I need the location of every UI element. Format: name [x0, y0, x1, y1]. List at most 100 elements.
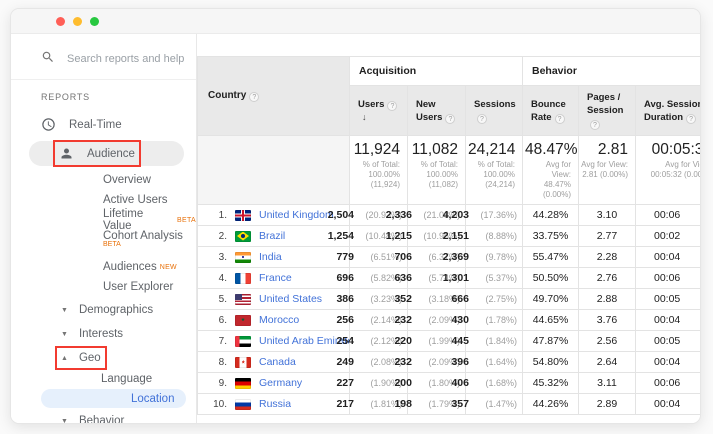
- sessions-cell: 406 (1.68%): [451, 372, 523, 394]
- bounce-rate-cell: 33.75%: [522, 225, 579, 247]
- sidebar-item-location[interactable]: Location: [41, 389, 186, 408]
- sidebar-item-label: Cohort Analysis BETA: [103, 230, 183, 248]
- help-icon[interactable]: ?: [387, 100, 398, 111]
- sidebar-item-behavior[interactable]: ▼ Behavior: [11, 410, 196, 423]
- sidebar-item-label: Demographics: [78, 304, 154, 316]
- sidebar-item-label: Overview: [103, 174, 151, 186]
- sidebar-item-demographics[interactable]: ▼ Demographics: [11, 299, 196, 321]
- sidebar-item-label: Geo: [78, 352, 101, 364]
- close-button[interactable]: [56, 16, 65, 26]
- country-link[interactable]: United Kingdom: [259, 209, 334, 221]
- country-cell: 1. United Kingdom: [197, 204, 350, 226]
- sidebar-item-interests[interactable]: ▼ Interests: [11, 323, 196, 345]
- flag-us-icon: [235, 293, 251, 305]
- countries-table: Country? Acquisition Behavior Users ?↓ Ne…: [197, 56, 700, 415]
- sidebar-item-active-users[interactable]: Active Users: [11, 190, 196, 210]
- browser-window: REPORTS Real-Time Audience Overview: [10, 8, 701, 424]
- sidebar-item-label: Behavior: [78, 415, 125, 423]
- row-rank: 3.: [218, 251, 227, 263]
- group-header-behavior: Behavior: [522, 56, 700, 86]
- column-header-sessions[interactable]: Sessions?: [465, 85, 523, 136]
- search-icon: [41, 50, 55, 67]
- avg-session-cell: 00:02: [635, 225, 700, 247]
- country-cell: 3. India: [197, 246, 350, 268]
- chevron-down-icon: ▼: [61, 330, 68, 338]
- table-row: 3. India 779 (6.51%) 706 (6.37%) 2,369 (9.7…: [197, 246, 700, 268]
- sessions-cell: 445 (1.84%): [451, 330, 523, 352]
- sidebar-item-cohort-analysis[interactable]: Cohort Analysis BETA: [11, 230, 196, 257]
- sidebar-item-lifetime-value[interactable]: Lifetime Value BETA: [11, 208, 196, 232]
- country-cell: 4. France: [197, 267, 350, 289]
- sidebar-item-audiences[interactable]: Audiences NEW: [11, 257, 196, 277]
- sidebar-item-user-explorer[interactable]: User Explorer: [11, 277, 196, 297]
- flag-fr-icon: [235, 272, 251, 284]
- sidebar-item-geo[interactable]: ▲ Geo: [11, 346, 196, 370]
- country-rows: 1. United Kingdom 2,504 (20.93%) 2,336 (21…: [197, 204, 700, 415]
- table-row: 9. Germany 227 (1.90%) 200 (1.80%) 406 (1.6…: [197, 372, 700, 394]
- bounce-rate-cell: 55.47%: [522, 246, 579, 268]
- help-icon[interactable]: ?: [686, 113, 697, 124]
- search-bar[interactable]: [11, 50, 196, 80]
- sidebar-item-real-time[interactable]: Real-Time: [11, 112, 196, 137]
- search-input[interactable]: [67, 52, 187, 65]
- country-link[interactable]: United States: [259, 293, 322, 305]
- flag-ca-icon: [235, 356, 251, 368]
- bounce-rate-cell: 44.28%: [522, 204, 579, 226]
- help-icon[interactable]: ?: [590, 120, 600, 130]
- country-cell: 7. United Arab Emirates: [197, 330, 350, 352]
- avg-session-cell: 00:06: [635, 204, 700, 226]
- totals-users: 11,924 % of Total: 100.00% (11,924): [349, 135, 408, 205]
- country-link[interactable]: France: [259, 272, 292, 284]
- chevron-up-icon: ▲: [61, 354, 68, 362]
- bounce-rate-cell: 54.80%: [522, 351, 579, 373]
- totals-country-cell: [197, 135, 350, 205]
- country-cell: 8. Canada: [197, 351, 350, 373]
- row-rank: 4.: [218, 272, 227, 284]
- sidebar-item-audience[interactable]: Audience: [29, 140, 184, 167]
- flag-gb-icon: [235, 209, 251, 221]
- sidebar: REPORTS Real-Time Audience Overview: [11, 34, 197, 423]
- column-header-bounce-rate[interactable]: Bounce Rate?: [522, 85, 579, 136]
- sidebar-item-language[interactable]: Language: [11, 369, 196, 388]
- minimize-button[interactable]: [73, 16, 82, 26]
- zoom-button[interactable]: [90, 16, 99, 26]
- sessions-cell: 430 (1.78%): [451, 309, 523, 331]
- help-icon[interactable]: ?: [554, 113, 565, 124]
- flag-in-icon: [235, 251, 251, 263]
- help-icon[interactable]: ?: [477, 113, 487, 124]
- sidebar-item-label: Real-Time: [69, 118, 122, 131]
- country-link[interactable]: Canada: [259, 356, 296, 368]
- geo-annotation-box: ▲ Geo: [55, 346, 107, 370]
- totals-sessions: 24,214 % of Total: 100.00% (24,214): [465, 135, 523, 205]
- row-rank: 10.: [213, 398, 227, 410]
- column-header-pages-session[interactable]: Pages / Session?: [578, 85, 636, 136]
- table-row: 2. Brazil 1,254 (10.48%) 1,215 (10.96%) 2,…: [197, 225, 700, 247]
- row-rank: 9.: [218, 377, 227, 389]
- column-header-country[interactable]: Country?: [197, 56, 350, 136]
- country-link[interactable]: India: [259, 251, 282, 263]
- avg-session-cell: 00:06: [635, 267, 700, 289]
- bounce-rate-cell: 49.70%: [522, 288, 579, 310]
- country-link[interactable]: Germany: [259, 377, 302, 389]
- country-link[interactable]: Russia: [259, 398, 291, 410]
- country-link[interactable]: Morocco: [259, 314, 299, 326]
- page-content: REPORTS Real-Time Audience Overview: [11, 34, 700, 423]
- pages-session-cell: 2.64: [578, 351, 636, 373]
- column-header-new-users[interactable]: New Users?: [407, 85, 466, 136]
- help-icon[interactable]: ?: [249, 92, 260, 102]
- help-icon[interactable]: ?: [445, 113, 456, 124]
- table-row: 4. France 696 (5.82%) 636 (5.74%) 1,301 (5.…: [197, 267, 700, 289]
- table-row: 6. Morocco 256 (2.14%) 232 (2.09%) 430 (1.7…: [197, 309, 700, 331]
- sidebar-item-overview[interactable]: Overview: [11, 170, 196, 190]
- pages-session-cell: 2.88: [578, 288, 636, 310]
- column-header-avg-session-duration[interactable]: Avg. Session Duration?: [635, 85, 700, 136]
- sidebar-item-label: Language: [101, 372, 153, 385]
- column-header-users[interactable]: Users ?↓: [349, 85, 408, 136]
- pages-session-cell: 2.28: [578, 246, 636, 268]
- table-row: 8. Canada 249 (2.08%) 232 (2.09%) 396 (1.64…: [197, 351, 700, 373]
- sidebar-item-label: Interests: [78, 328, 124, 340]
- sidebar-item-label: Location: [131, 392, 175, 405]
- country-link[interactable]: Brazil: [259, 230, 285, 242]
- bounce-rate-cell: 47.87%: [522, 330, 579, 352]
- totals-pages-session: 2.81 Avg for View: 2.81 (0.00%): [578, 135, 636, 205]
